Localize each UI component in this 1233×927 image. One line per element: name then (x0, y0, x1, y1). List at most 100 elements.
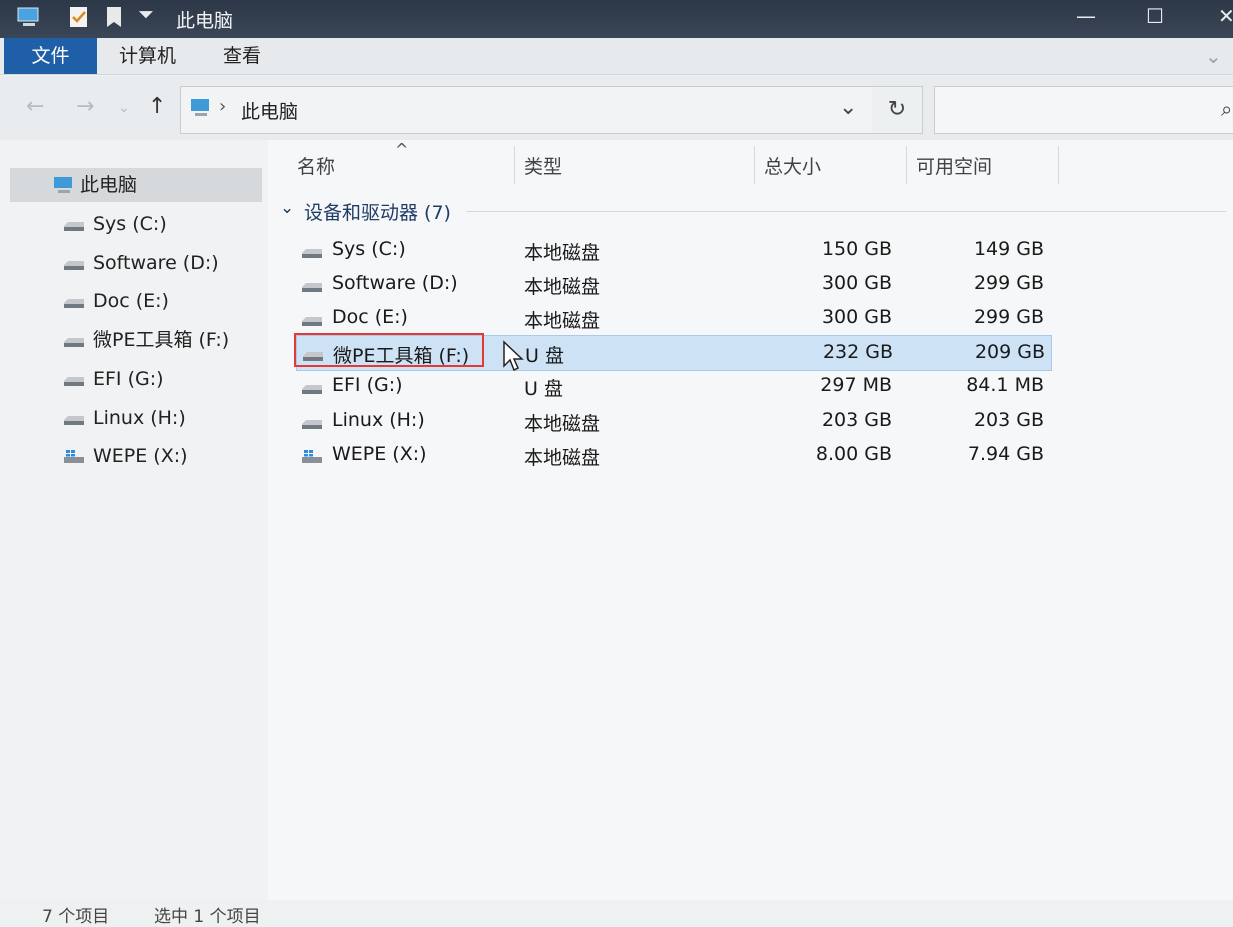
breadcrumb-chevron-icon[interactable]: › (219, 96, 226, 117)
windows-drive-icon (64, 450, 84, 464)
nav-item-label: 微PE工具箱 (F:) (93, 329, 230, 352)
group-header-devices[interactable]: 设备和驱动器 (7) (304, 198, 451, 225)
drive-row[interactable]: Linux (H:) 本地磁盘 203 GB 203 GB (296, 404, 1050, 438)
hard-drive-icon (302, 317, 322, 327)
expand-ribbon-icon[interactable]: ⌄ (1205, 44, 1222, 68)
highlight-box (294, 333, 484, 367)
computer-icon (54, 177, 72, 193)
column-divider[interactable] (514, 146, 515, 184)
mouse-cursor-icon (503, 340, 524, 372)
drive-free-space: 299 GB (973, 272, 1044, 295)
drive-type: 本地磁盘 (524, 412, 601, 435)
drive-total-size: 203 GB (821, 408, 892, 431)
drive-row[interactable]: WEPE (X:) 本地磁盘 8.00 GB 7.94 GB (296, 438, 1050, 472)
hard-drive-icon (302, 419, 322, 429)
address-bar[interactable]: › 此电脑 ⌄ (180, 86, 874, 134)
drive-type: 本地磁盘 (524, 276, 601, 299)
drive-row[interactable]: Doc (E:) 本地磁盘 300 GB 299 GB (296, 301, 1050, 335)
ribbon-tabs: 文件 计算机 查看 ⌄ (0, 38, 1233, 75)
maximize-button[interactable]: ☐ (1146, 4, 1164, 28)
hard-drive-icon (64, 222, 84, 231)
drive-free-space: 299 GB (973, 306, 1044, 329)
refresh-button[interactable]: ↻ (872, 86, 923, 134)
computer-icon (191, 99, 209, 116)
status-bar: 7 个项目 选中 1 个项目 (0, 900, 1233, 927)
search-input[interactable]: ⌕ (934, 86, 1233, 134)
nav-item-label: Software (D:) (93, 251, 219, 274)
column-header-free-space[interactable]: 可用空间 (916, 152, 992, 179)
selection-count: 选中 1 个项目 (154, 907, 261, 927)
drive-name: Sys (C:) (332, 238, 406, 260)
drive-type: 本地磁盘 (524, 242, 601, 264)
drive-free-space: 149 GB (973, 238, 1044, 260)
windows-drive-icon (302, 449, 322, 463)
drive-name: EFI (G:) (332, 374, 403, 397)
drive-total-size: 300 GB (821, 306, 892, 329)
drive-name: Software (D:) (332, 272, 458, 295)
address-history-chevron-icon[interactable]: ⌄ (839, 95, 857, 120)
tab-file[interactable]: 文件 (4, 38, 97, 74)
search-icon: ⌕ (1221, 97, 1233, 121)
nav-item-label: EFI (G:) (93, 367, 164, 390)
drive-type: U 盘 (524, 378, 563, 401)
drive-total-size: 8.00 GB (815, 442, 892, 465)
tab-computer[interactable]: 计算机 (119, 38, 176, 74)
drive-free-space: 7.94 GB (967, 442, 1044, 465)
hard-drive-icon (302, 283, 322, 293)
usb-drive-icon (64, 338, 84, 348)
column-divider[interactable] (754, 146, 755, 184)
collapse-group-icon[interactable]: ⌄ (280, 198, 294, 218)
group-divider (466, 211, 1226, 212)
breadcrumb-this-pc[interactable]: 此电脑 (241, 97, 298, 124)
new-folder-icon[interactable] (102, 4, 128, 30)
close-button[interactable]: ✕ (1218, 4, 1233, 28)
hard-drive-icon (64, 299, 84, 309)
nav-item-label: WEPE (X:) (93, 445, 188, 468)
drive-free-space: 209 GB (974, 341, 1045, 364)
nav-item-this-pc[interactable]: 此电脑 (10, 168, 262, 202)
drive-type: 本地磁盘 (524, 446, 601, 469)
hard-drive-icon (302, 249, 322, 258)
nav-item-label: Doc (E:) (93, 290, 169, 313)
forward-button[interactable]: → (76, 94, 94, 119)
usb-drive-icon (302, 385, 322, 395)
drive-free-space: 84.1 MB (966, 374, 1044, 397)
drive-name: WEPE (X:) (332, 442, 427, 465)
drive-name: Linux (H:) (332, 408, 425, 431)
drive-name: Doc (E:) (332, 306, 408, 329)
nav-item-label: 此电脑 (80, 174, 138, 196)
column-header-name[interactable]: 名称 (297, 152, 335, 179)
drive-free-space: 203 GB (973, 408, 1044, 431)
column-header-total-size[interactable]: 总大小 (764, 152, 821, 179)
window-title: 此电脑 (176, 10, 234, 32)
tab-view[interactable]: 查看 (223, 38, 261, 74)
sort-ascending-icon: ^ (395, 140, 409, 159)
up-button[interactable]: ↑ (148, 94, 166, 119)
properties-icon[interactable] (66, 4, 92, 30)
drive-row[interactable]: Software (D:) 本地磁盘 300 GB 299 GB (296, 267, 1050, 301)
usb-drive-icon (64, 376, 84, 386)
column-header-type[interactable]: 类型 (524, 152, 562, 179)
drive-type: U 盘 (525, 345, 564, 368)
nav-item-label: Sys (C:) (93, 213, 167, 235)
column-divider[interactable] (906, 146, 907, 184)
hard-drive-icon (64, 260, 84, 270)
drive-total-size: 297 MB (820, 374, 892, 397)
minimize-button[interactable]: — (1076, 4, 1096, 28)
customize-quick-access-icon[interactable]: ⏷ (138, 2, 154, 26)
drive-type: 本地磁盘 (524, 310, 601, 333)
navigation-bar: ← → ⌄ ↑ › 此电脑 ⌄ ↻ ⌕ (0, 76, 1233, 140)
drive-total-size: 300 GB (821, 272, 892, 295)
title-bar: ⏷ 此电脑 — ☐ ✕ (0, 0, 1233, 38)
nav-item-label: Linux (H:) (93, 406, 186, 429)
drive-row[interactable]: Sys (C:) 本地磁盘 150 GB 149 GB (296, 233, 1050, 267)
back-button[interactable]: ← (26, 94, 44, 119)
drive-total-size: 232 GB (822, 341, 893, 364)
drive-row[interactable]: EFI (G:) U 盘 297 MB 84.1 MB (296, 369, 1050, 403)
recent-locations-icon[interactable]: ⌄ (118, 100, 130, 116)
computer-icon (17, 7, 39, 26)
item-count: 7 个项目 (42, 907, 110, 927)
column-divider[interactable] (1058, 146, 1059, 184)
hard-drive-icon (64, 415, 84, 425)
drive-total-size: 150 GB (821, 238, 892, 260)
